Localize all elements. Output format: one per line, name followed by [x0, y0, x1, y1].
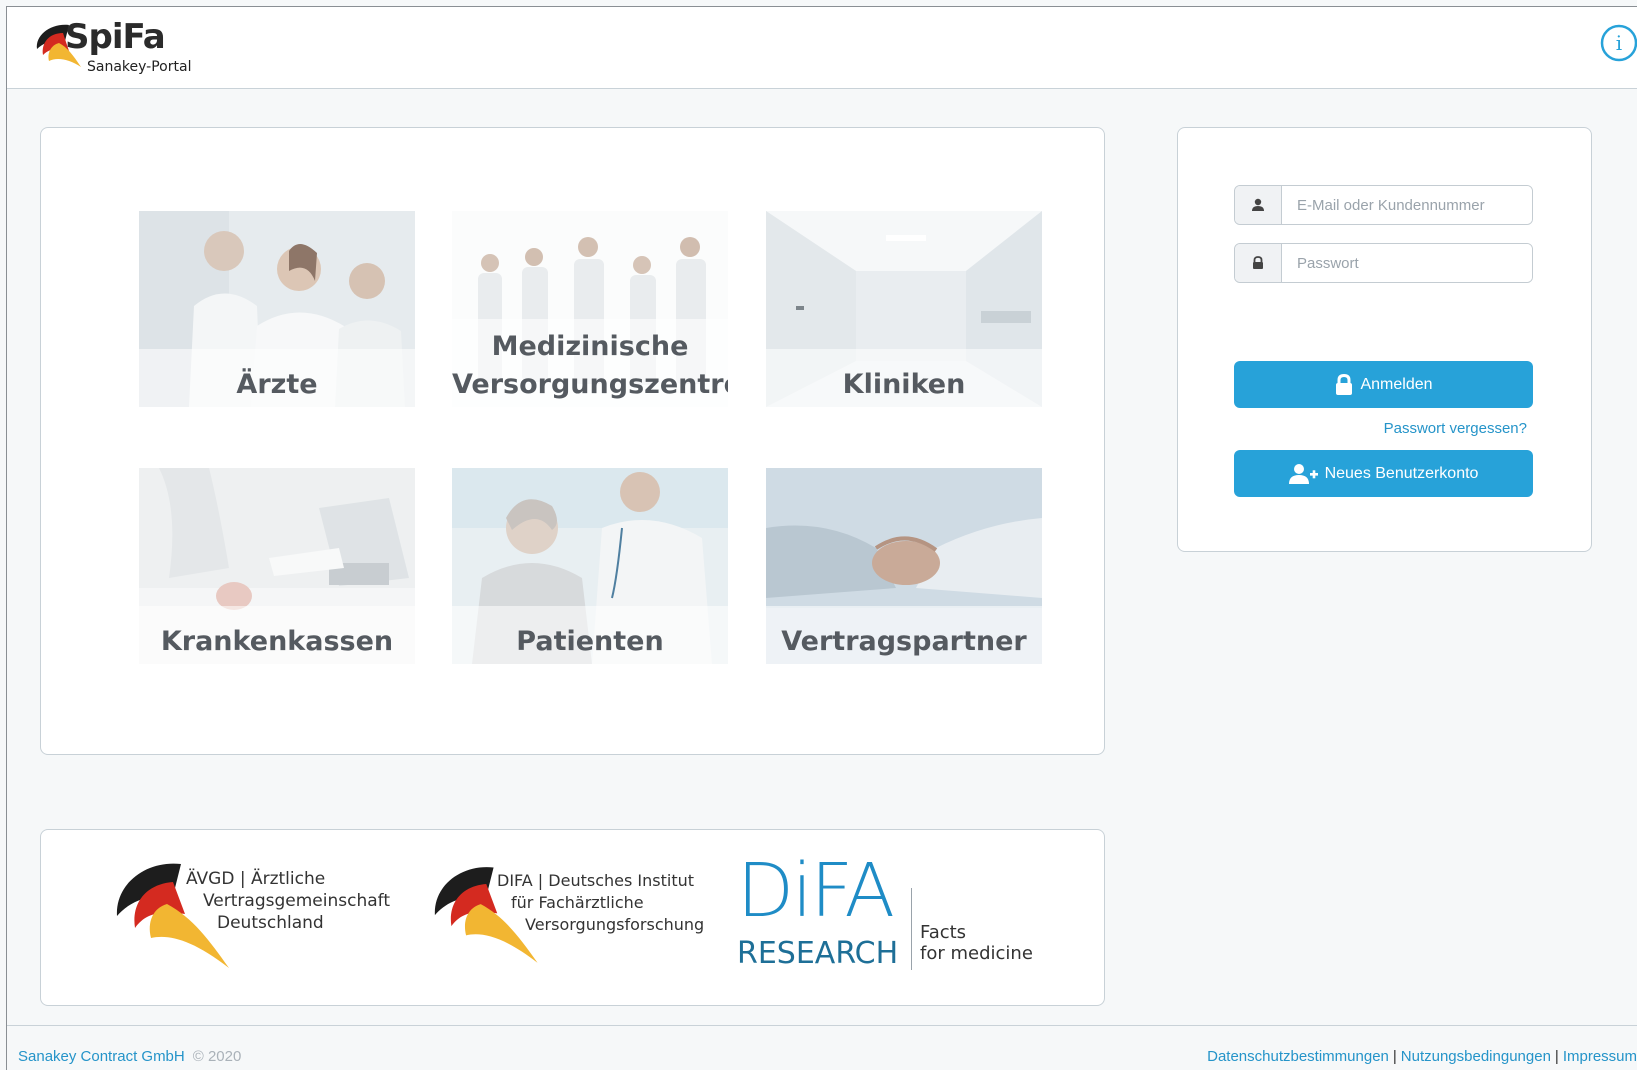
tile-patienten[interactable]: Patienten — [452, 468, 728, 664]
research-tagline2: for medicine — [920, 943, 1033, 964]
logo-wordmark: SpiFa — [65, 17, 166, 57]
spifa-logo[interactable]: SpiFa Sanakey-Portal — [29, 13, 209, 79]
tile-kliniken[interactable]: Kliniken — [766, 211, 1042, 407]
tile-krankenkassen[interactable]: Krankenkassen — [139, 468, 415, 664]
difa-research-logo[interactable]: DiFA RESEARCH Facts for medicine — [737, 830, 1057, 1007]
tile-aerzte[interactable]: Ärzte — [139, 211, 415, 407]
separator: | — [1392, 1048, 1397, 1065]
copyright: © 2020 — [192, 1048, 242, 1065]
forgot-password-link[interactable]: Passwort vergessen? — [1384, 420, 1527, 437]
terms-link[interactable]: Nutzungsbedingungen — [1401, 1048, 1551, 1065]
tile-label: Patienten — [516, 626, 664, 657]
tile-vertragspartner[interactable]: Vertragspartner — [766, 468, 1042, 664]
tile-label: Krankenkassen — [160, 626, 394, 657]
info-icon[interactable]: i — [1599, 23, 1637, 63]
header: SpiFa Sanakey-Portal i — [7, 7, 1637, 89]
tile-label: Vertragspartner — [781, 626, 1027, 657]
lock-icon — [1336, 373, 1353, 395]
divider — [911, 888, 912, 970]
email-input[interactable] — [1283, 186, 1532, 224]
tile-label: Kliniken — [842, 369, 966, 400]
partners-panel: ÄVGD | Ärztliche Vertragsgemeinschaft De… — [40, 829, 1105, 1006]
tile-mvz[interactable]: Medizinische Versorgungszentren — [452, 211, 728, 407]
avgd-line2: Vertragsgemeinschaft — [203, 891, 390, 911]
avgd-logo[interactable]: ÄVGD | Ärztliche Vertragsgemeinschaft De… — [111, 830, 411, 1007]
logo-subtitle: Sanakey-Portal — [87, 59, 192, 75]
add-user-icon — [1288, 463, 1318, 484]
login-panel: Anmelden Passwort vergessen? Neues Benut… — [1177, 127, 1592, 552]
difa-line2: für Fachärztliche — [511, 893, 644, 912]
register-button-label: Neues Benutzerkonto — [1324, 464, 1479, 482]
company-name: Sanakey Contract GmbH — [18, 1048, 185, 1065]
register-button[interactable]: Neues Benutzerkonto — [1234, 450, 1533, 497]
email-field[interactable] — [1234, 185, 1533, 225]
login-button[interactable]: Anmelden — [1234, 361, 1533, 408]
password-input[interactable] — [1283, 244, 1532, 282]
footer: Sanakey Contract GmbH © 2020 Datenschutzb… — [7, 1025, 1637, 1070]
user-icon — [1235, 186, 1282, 224]
avgd-line1: ÄVGD | Ärztliche — [186, 869, 326, 889]
difa-line3: Versorgungsforschung — [525, 915, 705, 934]
difa-research-mark: DiFA — [737, 848, 895, 934]
difa-line1: DIFA | Deutsches Institut — [497, 871, 694, 890]
lock-icon — [1235, 244, 1282, 282]
difa-research-word: RESEARCH — [737, 936, 899, 971]
separator: | — [1554, 1048, 1559, 1065]
avgd-line3: Deutschland — [217, 913, 324, 933]
category-panel: Ärzte Medizinische Versorgungszentren — [40, 127, 1105, 755]
password-field[interactable] — [1234, 243, 1533, 283]
login-button-label: Anmelden — [1360, 375, 1433, 393]
privacy-link[interactable]: Datenschutzbestimmungen — [1207, 1048, 1389, 1065]
difa-logo[interactable]: DIFA | Deutsches Institut für Fachärztli… — [429, 830, 729, 1007]
research-tagline1: Facts — [920, 922, 967, 943]
footer-links: Datenschutzbestimmungen | Nutzungsbedingun… — [1207, 1048, 1637, 1065]
footer-company: Sanakey Contract GmbH © 2020 — [18, 1048, 241, 1065]
imprint-link[interactable]: Impressum — [1563, 1048, 1637, 1065]
tile-label: Ärzte — [236, 369, 318, 400]
tile-label-line2: Versorgungszentren — [452, 369, 728, 400]
svg-text:i: i — [1616, 31, 1622, 55]
tile-label-line1: Medizinische — [491, 331, 689, 362]
